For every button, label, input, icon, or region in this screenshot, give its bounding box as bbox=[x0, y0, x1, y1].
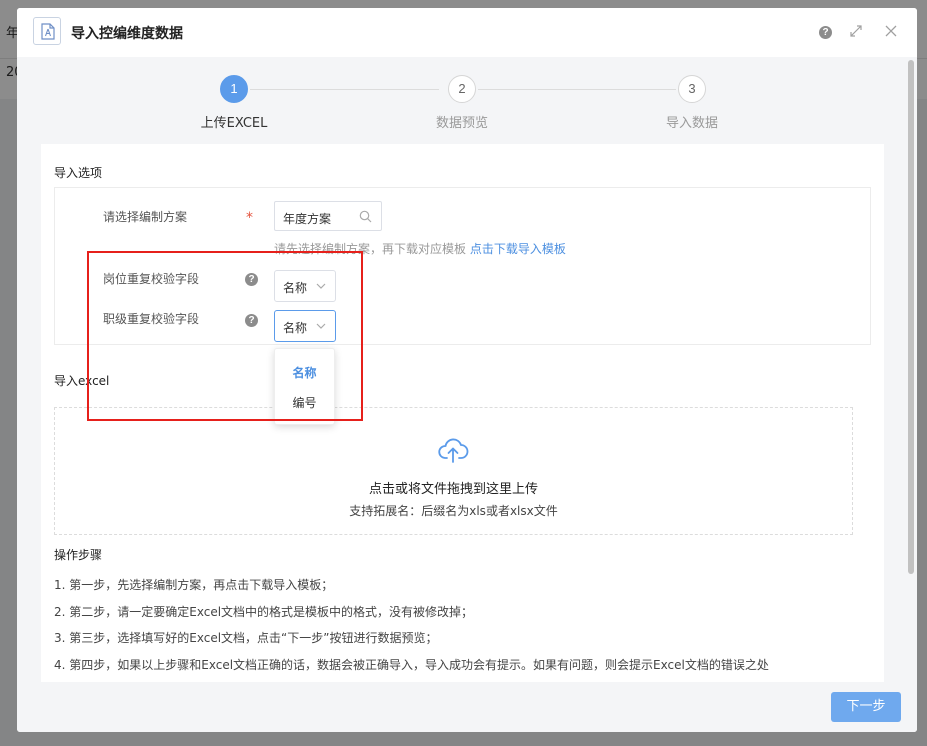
modal-footer bbox=[17, 682, 917, 732]
instructions-title: 操作步骤 bbox=[54, 548, 103, 562]
steps-bar: 1 上传EXCEL 2 数据预览 3 导入数据 bbox=[17, 57, 917, 143]
cloud-upload-icon bbox=[438, 438, 469, 463]
step-3-circle: 3 bbox=[678, 75, 706, 103]
step-1-label: 上传EXCEL bbox=[200, 116, 268, 131]
instruction-item: 3. 第三步，选择填写好的Excel文档，点击“下一步”按钮进行数据预览； bbox=[54, 631, 438, 645]
step-connector bbox=[250, 89, 439, 90]
help-icon-glyph: ? bbox=[819, 26, 832, 39]
file-icon bbox=[33, 17, 61, 45]
scrollbar-thumb[interactable] bbox=[908, 60, 914, 574]
instruction-item: 4. 第四步，如果以上步骤和Excel文档正确的话，数据会被正确导入，导入成功会… bbox=[54, 658, 769, 672]
download-template-link[interactable]: 点击下载导入模板 bbox=[470, 242, 566, 256]
step-2-circle: 2 bbox=[448, 75, 476, 103]
highlight-frame bbox=[87, 251, 363, 421]
plan-input-value: 年度方案 bbox=[283, 212, 332, 226]
modal-header: 导入控编维度数据 ? bbox=[17, 8, 917, 57]
search-icon bbox=[359, 210, 372, 223]
help-icon[interactable]: ? bbox=[819, 24, 835, 40]
modal-title: 导入控编维度数据 bbox=[71, 26, 183, 42]
step-1-circle: 1 bbox=[220, 75, 248, 103]
plan-select-input[interactable]: 年度方案 bbox=[274, 201, 382, 231]
instruction-item: 1. 第一步，先选择编制方案，再点击下载导入模板； bbox=[54, 578, 334, 592]
expand-icon[interactable] bbox=[849, 24, 865, 40]
close-icon[interactable] bbox=[884, 24, 900, 40]
step-2-label: 数据预览 bbox=[435, 116, 488, 131]
options-section-title: 导入选项 bbox=[54, 166, 103, 180]
plan-label: 请选择编制方案 bbox=[103, 210, 188, 224]
upload-main-text: 点击或将文件拖拽到这里上传 bbox=[368, 482, 538, 497]
instruction-item: 2. 第二步，请一定要确定Excel文档中的格式是模板中的格式，没有被修改掉； bbox=[54, 605, 474, 619]
required-mark: * bbox=[246, 210, 253, 226]
file-upload-dropzone[interactable]: 点击或将文件拖拽到这里上传 支持拓展名：后缀名为xls或者xlsx文件 bbox=[54, 407, 853, 535]
step-connector bbox=[478, 89, 676, 90]
next-step-button[interactable]: 下一步 bbox=[831, 692, 901, 722]
upload-sub-text: 支持拓展名：后缀名为xls或者xlsx文件 bbox=[349, 504, 558, 518]
step-3-label: 导入数据 bbox=[665, 116, 718, 131]
